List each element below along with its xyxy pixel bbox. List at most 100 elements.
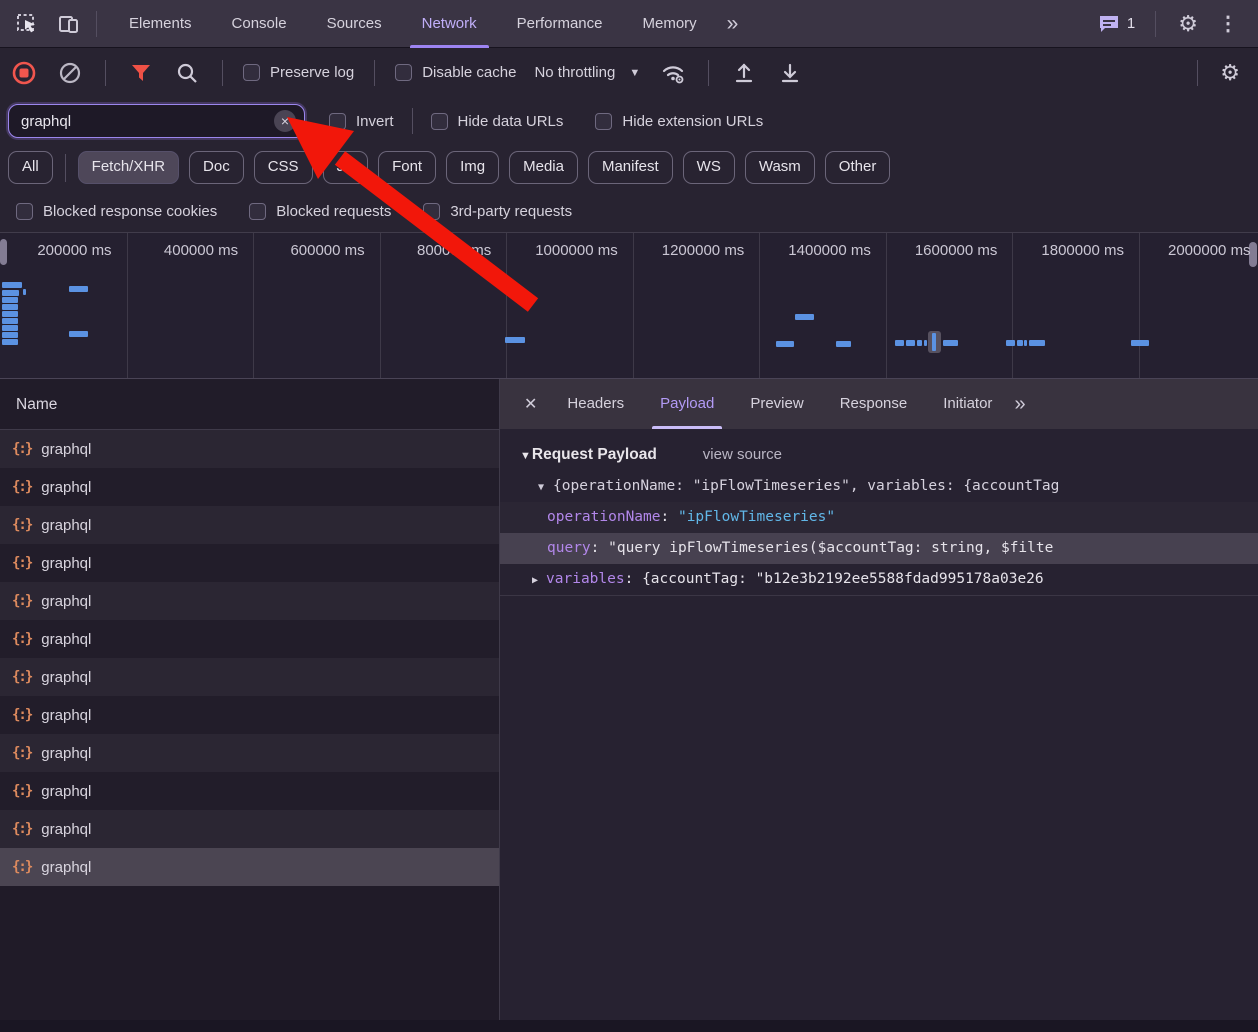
third-party-requests-checkbox[interactable]	[423, 203, 440, 220]
settings-gear-icon[interactable]: ⚙	[1168, 11, 1208, 37]
disable-cache-checkbox[interactable]	[395, 64, 412, 81]
request-row[interactable]: {:}graphql	[0, 430, 499, 468]
import-har-icon[interactable]	[730, 59, 758, 87]
filter-icon[interactable]	[127, 59, 155, 87]
waterfall-bar[interactable]	[1006, 340, 1015, 346]
waterfall-bar[interactable]	[836, 341, 851, 347]
request-row[interactable]: {:}graphql	[0, 848, 499, 886]
waterfall-bar[interactable]	[917, 340, 922, 346]
detail-tab-headers[interactable]: Headers	[549, 379, 642, 429]
payload-preview-line[interactable]: ▼{operationName: "ipFlowTimeseries", var…	[500, 470, 1258, 502]
waterfall-bar[interactable]	[1017, 340, 1023, 346]
request-row[interactable]: {:}graphql	[0, 772, 499, 810]
chip-media[interactable]: Media	[509, 151, 578, 184]
tab-elements[interactable]: Elements	[109, 0, 212, 48]
throttling-dropdown[interactable]: No throttling ▼	[534, 64, 640, 81]
waterfall-bar[interactable]	[776, 341, 794, 347]
disable-cache-checkbox-group[interactable]: Disable cache	[395, 64, 516, 81]
search-icon[interactable]	[173, 59, 201, 87]
hide-extension-urls-checkbox[interactable]	[595, 113, 612, 130]
waterfall-bar[interactable]	[1029, 340, 1045, 346]
waterfall-bar[interactable]	[2, 297, 18, 303]
waterfall-bar[interactable]	[2, 339, 18, 345]
payload-row-query[interactable]: query: "query ipFlowTimeseries($accountT…	[500, 533, 1258, 564]
chip-doc[interactable]: Doc	[189, 151, 244, 184]
waterfall-bar[interactable]	[69, 331, 88, 337]
detail-tab-payload[interactable]: Payload	[642, 379, 732, 429]
hide-data-urls-checkbox-group[interactable]: Hide data URLs	[431, 113, 564, 130]
more-tabs-chevron-icon[interactable]: »	[717, 12, 749, 36]
waterfall-bar[interactable]	[2, 282, 22, 288]
network-settings-gear-icon[interactable]: ⚙	[1210, 60, 1258, 86]
third-party-requests-checkbox-group[interactable]: 3rd-party requests	[423, 203, 572, 220]
record-button[interactable]	[10, 59, 38, 87]
expand-icon[interactable]: ▶	[532, 565, 538, 595]
section-collapse-icon[interactable]: ▼	[520, 450, 531, 462]
waterfall-bar[interactable]	[943, 340, 958, 346]
view-source-link[interactable]: view source	[703, 446, 782, 463]
payload-row-operationname[interactable]: operationName: "ipFlowTimeseries"	[500, 502, 1258, 533]
request-row[interactable]: {:}graphql	[0, 620, 499, 658]
network-overview-timeline[interactable]: 200000 ms400000 ms600000 ms800000 ms1000…	[0, 232, 1258, 379]
request-row[interactable]: {:}graphql	[0, 506, 499, 544]
waterfall-bar[interactable]	[895, 340, 904, 346]
waterfall-bar[interactable]	[906, 340, 915, 346]
chip-other[interactable]: Other	[825, 151, 891, 184]
waterfall-bar[interactable]	[2, 325, 18, 331]
request-row[interactable]: {:}graphql	[0, 544, 499, 582]
object-collapse-icon[interactable]: ▼	[538, 482, 544, 493]
chip-fetchxhr[interactable]: Fetch/XHR	[78, 151, 179, 184]
name-column-header[interactable]: Name	[0, 379, 499, 430]
chip-css[interactable]: CSS	[254, 151, 313, 184]
tab-console[interactable]: Console	[212, 0, 307, 48]
preserve-log-checkbox[interactable]	[243, 64, 260, 81]
request-row[interactable]: {:}graphql	[0, 734, 499, 772]
request-row[interactable]: {:}graphql	[0, 582, 499, 620]
blocked-response-cookies-checkbox[interactable]	[16, 203, 33, 220]
selected-request-marker[interactable]	[928, 331, 941, 353]
chip-ws[interactable]: WS	[683, 151, 735, 184]
preserve-log-checkbox-group[interactable]: Preserve log	[243, 64, 354, 81]
chip-img[interactable]: Img	[446, 151, 499, 184]
kebab-menu-icon[interactable]: ⋮	[1208, 11, 1248, 36]
export-har-icon[interactable]	[776, 59, 804, 87]
clear-button[interactable]	[56, 59, 84, 87]
tab-performance[interactable]: Performance	[497, 0, 623, 48]
detail-more-tabs-chevron-icon[interactable]: »	[1014, 393, 1025, 416]
chip-all[interactable]: All	[8, 151, 53, 184]
waterfall-bar[interactable]	[69, 286, 88, 292]
close-detail-icon[interactable]: ✕	[524, 394, 537, 414]
waterfall-bar[interactable]	[2, 304, 18, 310]
tab-memory[interactable]: Memory	[623, 0, 717, 48]
payload-row-variables[interactable]: ▶variables: {accountTag: "b12e3b2192ee55…	[500, 564, 1258, 595]
waterfall-bar[interactable]	[795, 314, 814, 320]
chip-js[interactable]: JS	[323, 151, 369, 184]
request-row[interactable]: {:}graphql	[0, 658, 499, 696]
detail-tab-initiator[interactable]: Initiator	[925, 379, 1010, 429]
request-row[interactable]: {:}graphql	[0, 468, 499, 506]
request-row[interactable]: {:}graphql	[0, 696, 499, 734]
waterfall-bar[interactable]	[23, 289, 26, 295]
overview-scroll-thumb-left[interactable]	[0, 239, 7, 265]
waterfall-bar[interactable]	[2, 332, 18, 338]
filter-input[interactable]	[21, 113, 274, 130]
detail-tab-response[interactable]: Response	[822, 379, 926, 429]
chip-wasm[interactable]: Wasm	[745, 151, 815, 184]
blocked-response-cookies-checkbox-group[interactable]: Blocked response cookies	[16, 203, 217, 220]
waterfall-bar[interactable]	[1024, 340, 1027, 346]
clear-filter-icon[interactable]: ×	[274, 110, 296, 132]
hide-data-urls-checkbox[interactable]	[431, 113, 448, 130]
inspect-element-icon[interactable]	[12, 9, 42, 39]
chip-font[interactable]: Font	[378, 151, 436, 184]
device-toolbar-icon[interactable]	[54, 9, 84, 39]
invert-checkbox-group[interactable]: Invert	[329, 113, 394, 130]
chip-manifest[interactable]: Manifest	[588, 151, 673, 184]
blocked-requests-checkbox-group[interactable]: Blocked requests	[249, 203, 391, 220]
detail-tab-preview[interactable]: Preview	[732, 379, 821, 429]
waterfall-bar[interactable]	[1131, 340, 1149, 346]
request-row[interactable]: {:}graphql	[0, 810, 499, 848]
waterfall-bar[interactable]	[505, 337, 525, 343]
console-messages-button[interactable]: 1	[1090, 14, 1143, 34]
blocked-requests-checkbox[interactable]	[249, 203, 266, 220]
waterfall-bar[interactable]	[2, 290, 19, 296]
